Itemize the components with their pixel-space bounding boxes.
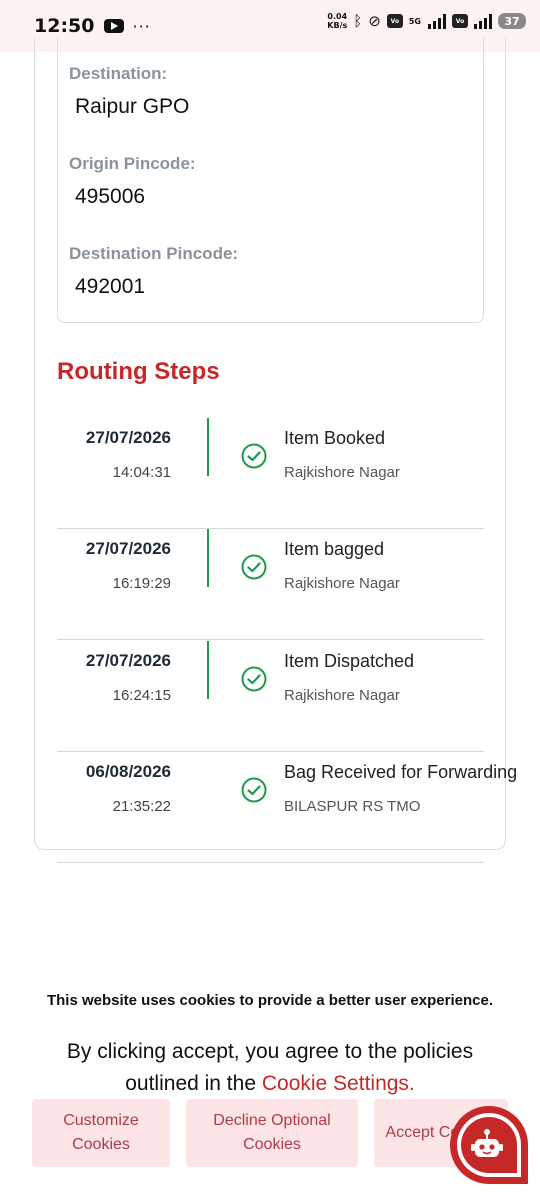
step-location: BILASPUR RS TMO [284,798,421,815]
step-location: Rajkishore Nagar [284,687,400,704]
step-location: Rajkishore Nagar [284,575,400,592]
check-circle-icon [241,443,267,469]
destination-label: Destination: [69,64,168,83]
check-circle-icon [241,666,267,692]
more-icon: ··· [132,16,151,36]
step-divider [57,862,484,863]
step-date: 27/07/2026 [85,428,171,447]
origin-pincode-value: 495006 [75,185,146,208]
routing-step: 27/07/2026 14:04:31 Item Booked Rajkisho… [57,418,484,529]
step-event: Item Booked [284,428,386,448]
step-event: Item bagged [284,539,385,559]
customize-cookies-button[interactable]: Customize Cookies [32,1099,170,1167]
signal-icon [474,13,492,29]
step-time: 16:19:29 [112,575,171,592]
step-time: 14:04:31 [112,464,171,481]
destination-pincode-label: Destination Pincode: [69,244,239,263]
step-date: 27/07/2026 [85,539,171,558]
step-event: Item Dispatched [284,651,415,671]
network-speed: 0.04 KB/s [327,12,348,30]
volte-icon: Vo [452,14,468,28]
battery-icon: 37 [498,13,526,29]
network-type: 5G [408,16,421,26]
check-circle-icon [241,777,267,803]
destination-value: Raipur GPO [75,95,190,118]
step-location: Rajkishore Nagar [284,464,400,481]
step-event: Bag Received for Forwarding [284,762,518,782]
timeline-line [207,529,209,587]
step-date: 06/08/2026 [85,762,171,781]
routing-step: 27/07/2026 16:24:15 Item Dispatched Rajk… [57,641,484,752]
routing-step: 06/08/2026 21:35:22 Bag Received for For… [57,752,517,863]
clock: 12:50 [34,15,95,37]
step-time: 21:35:22 [112,798,171,815]
check-circle-icon [241,554,267,580]
step-time: 16:24:15 [112,687,171,704]
cookie-settings-link[interactable]: Cookie Settings. [262,1072,415,1095]
origin-pincode-label: Origin Pincode: [69,154,196,173]
signal-icon [428,13,446,29]
cookie-heading: This website uses cookies to provide a b… [46,992,493,1009]
routing-steps-title: Routing Steps [57,358,220,385]
decline-optional-cookies-button[interactable]: Decline Optional Cookies [186,1099,358,1167]
youtube-icon [104,19,125,33]
step-date: 27/07/2026 [85,651,171,670]
chatbot-button[interactable] [446,1102,532,1188]
cookie-message: By clicking accept, you agree to the pol… [30,1036,510,1100]
destination-pincode-value: 492001 [75,275,146,298]
link-icon: ⊘ [368,12,381,30]
routing-step: 27/07/2026 16:19:29 Item bagged Rajkisho… [57,529,484,640]
timeline-line [207,641,209,699]
volte-icon: Vo [386,14,403,28]
bluetooth-icon: ᛒ [353,12,363,30]
timeline-line [207,418,209,476]
step-divider [57,639,484,640]
